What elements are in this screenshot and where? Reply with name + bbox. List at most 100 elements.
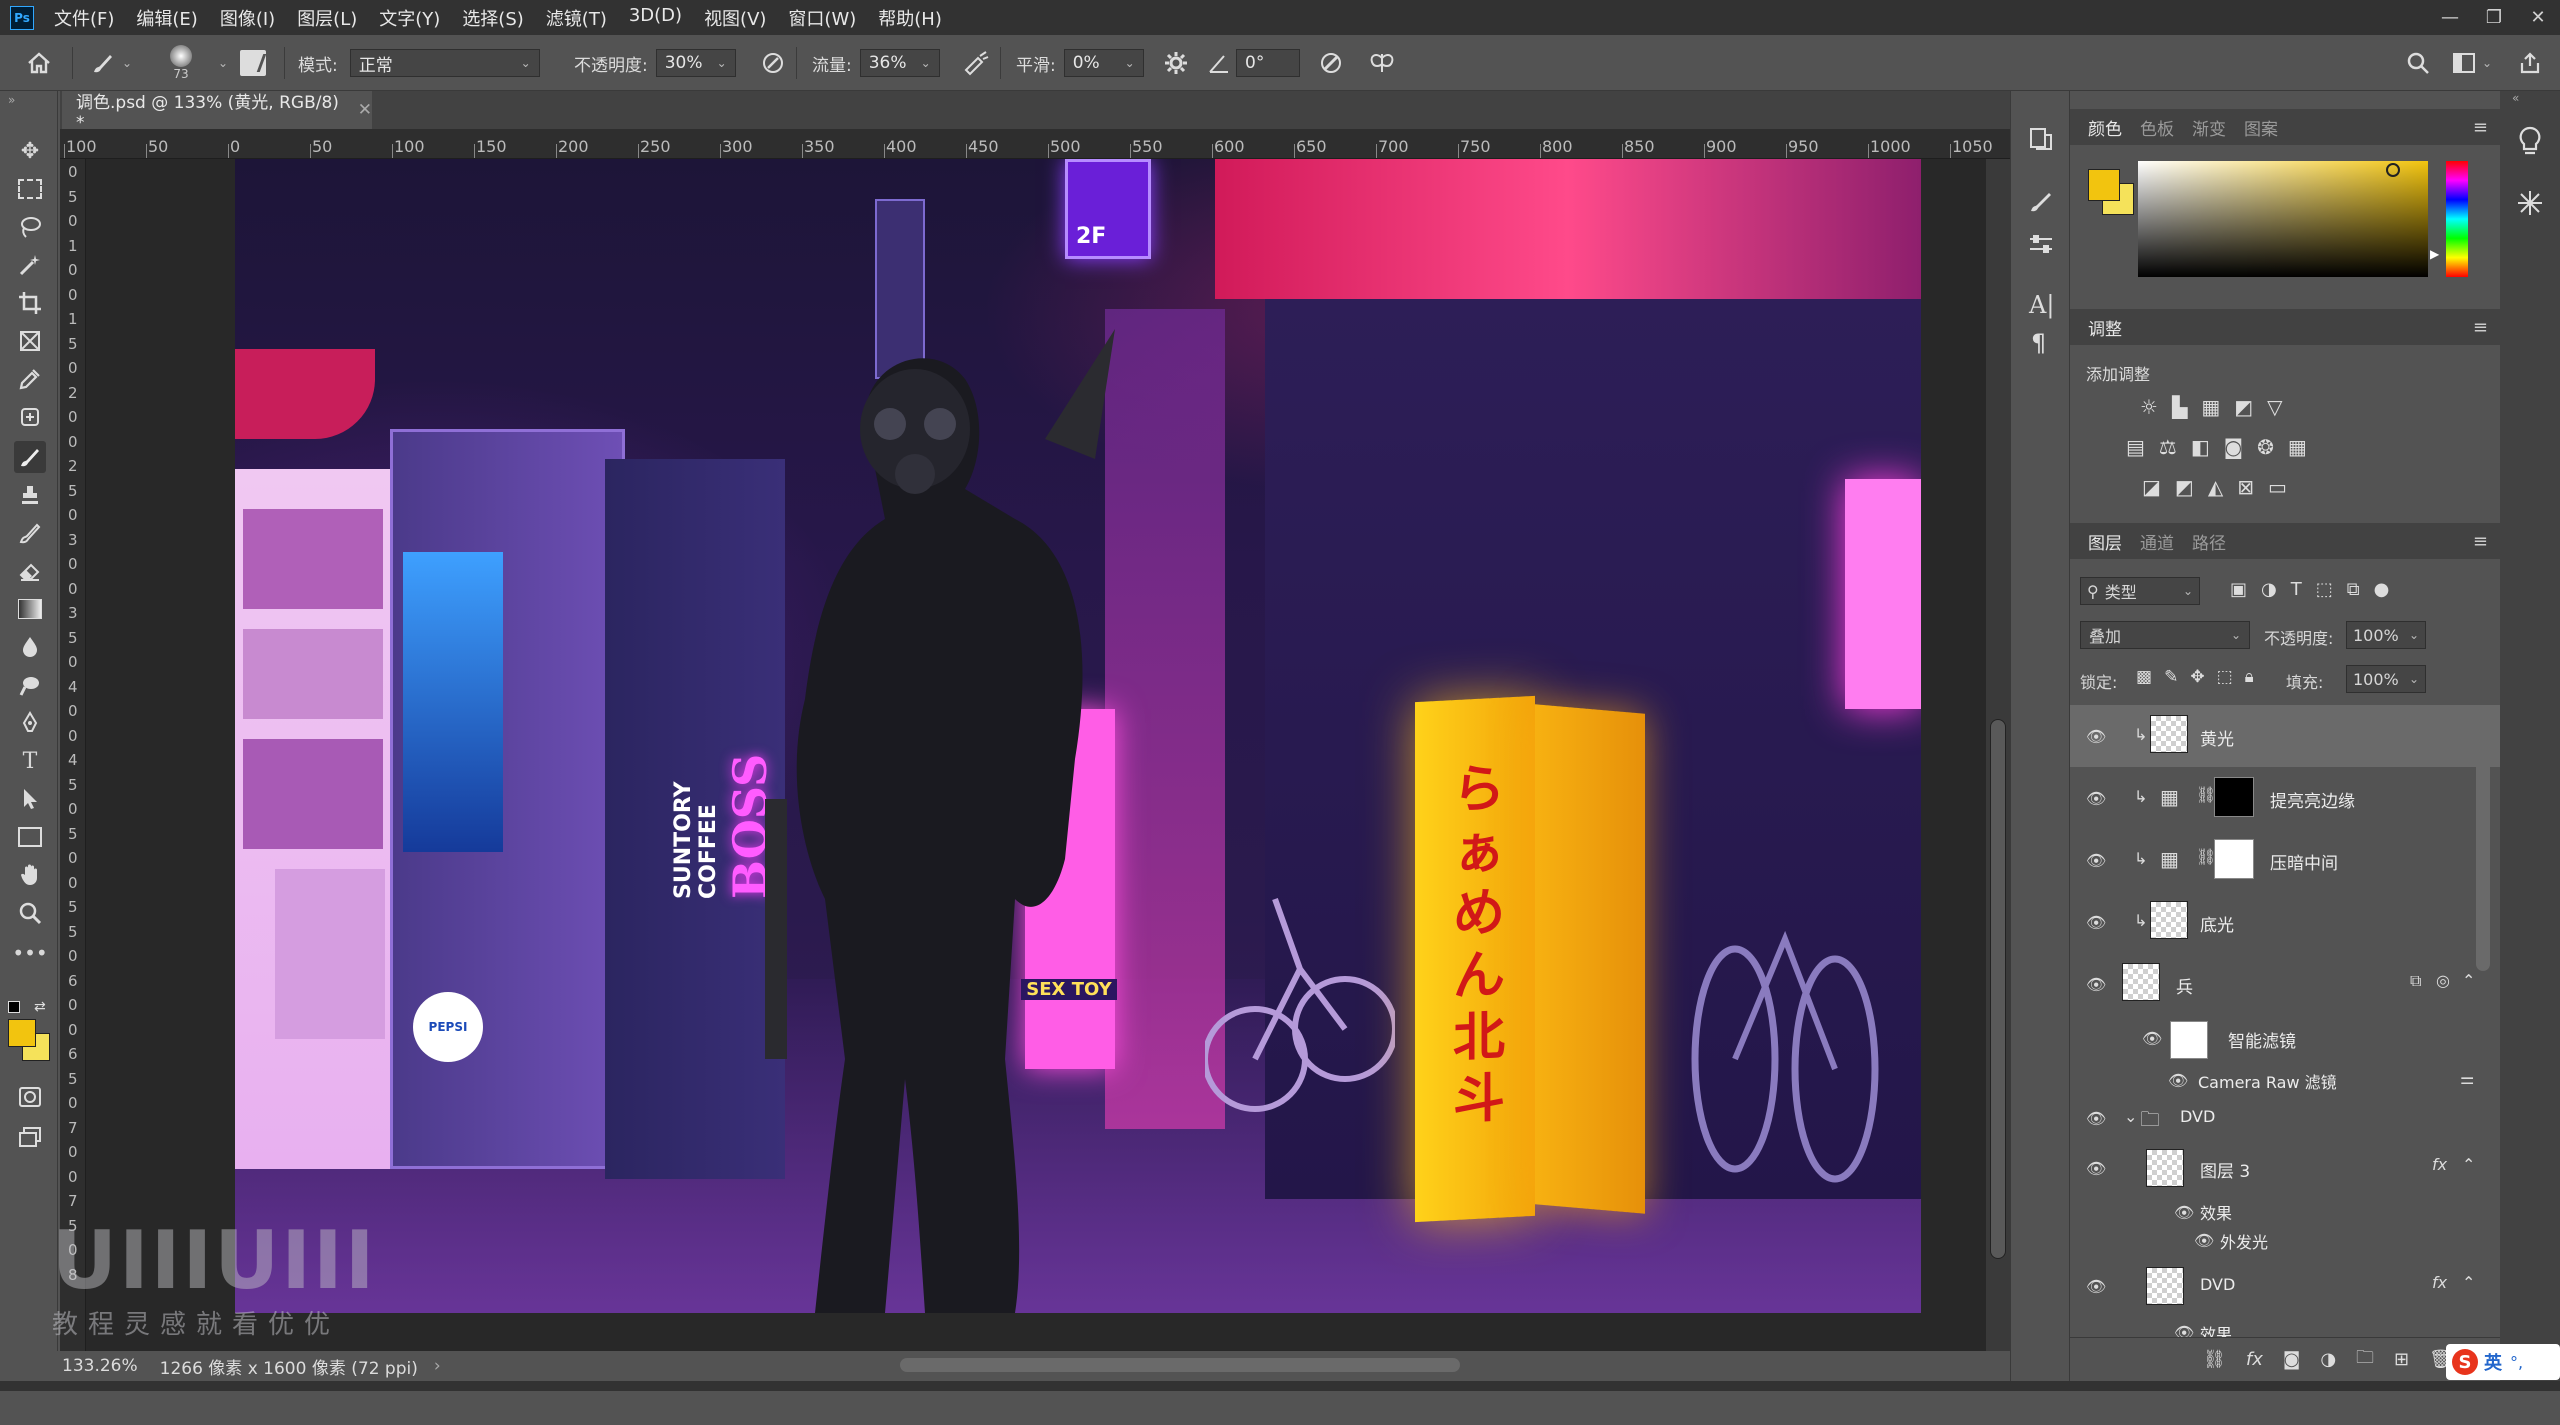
visibility-eye-icon[interactable]: 👁︎ xyxy=(2086,1109,2108,1128)
new-adjustment-layer-icon[interactable]: ◑ xyxy=(2320,1349,2336,1370)
adjustments-menu-icon[interactable]: ≡ xyxy=(2473,317,2488,338)
filter-blending-options-icon[interactable]: ⚌ xyxy=(2460,1069,2474,1088)
hue-slider[interactable] xyxy=(2446,161,2468,277)
eyedropper-tool-icon[interactable] xyxy=(14,363,46,395)
tab-color[interactable]: 颜色 xyxy=(2088,115,2122,140)
eraser-tool-icon[interactable] xyxy=(14,555,46,587)
foreground-color-swatch[interactable] xyxy=(8,1019,36,1047)
symmetry-butterfly-icon[interactable] xyxy=(1368,35,1396,91)
clone-stamp-tool-icon[interactable] xyxy=(14,479,46,511)
path-selection-tool-icon[interactable] xyxy=(14,783,46,815)
brush-settings-panel-icon[interactable] xyxy=(240,35,267,91)
workspace-switcher-icon[interactable]: ⌄ xyxy=(2452,35,2492,91)
color-panel-menu-icon[interactable]: ≡ xyxy=(2473,117,2488,138)
panel-foreground-swatch[interactable] xyxy=(2088,169,2120,201)
brush-tool-active-icon[interactable] xyxy=(14,441,46,473)
menu-image[interactable]: 图像(I) xyxy=(220,5,275,31)
menu-help[interactable]: 帮助(H) xyxy=(878,5,942,31)
vertical-scroll-thumb[interactable] xyxy=(1990,719,2006,1259)
crop-tool-icon[interactable] xyxy=(14,287,46,319)
ime-punctuation-icon[interactable]: °, xyxy=(2510,1353,2523,1372)
spot-healing-tool-icon[interactable] xyxy=(14,401,46,433)
tab-channels[interactable]: 通道 xyxy=(2140,529,2174,554)
layer-name[interactable]: DVD xyxy=(2180,1107,2215,1126)
pressure-opacity-icon[interactable] xyxy=(760,35,786,91)
visibility-eye-icon[interactable]: 👁︎ xyxy=(2086,975,2108,994)
swap-colors-icon[interactable]: ⇄ xyxy=(34,999,46,1015)
collapse-panels-icon[interactable]: « xyxy=(2512,91,2519,105)
close-icon[interactable]: ✕ xyxy=(2516,0,2560,35)
zoom-tool-icon[interactable] xyxy=(14,897,46,929)
layers-menu-icon[interactable]: ≡ xyxy=(2473,531,2488,552)
hue-saturation-icon[interactable]: ▤ xyxy=(2126,435,2145,459)
status-menu-chevron-icon[interactable]: › xyxy=(434,1356,441,1376)
invert-icon[interactable]: ◪ xyxy=(2142,475,2161,499)
rectangle-tool-icon[interactable] xyxy=(14,821,46,853)
lock-position-icon[interactable]: ✥ xyxy=(2190,667,2204,687)
layer-row-layer-3[interactable]: 👁︎ 图层 3 fx ⌃ xyxy=(2070,1139,2500,1197)
menu-select[interactable]: 选择(S) xyxy=(462,5,523,31)
smoothing-input[interactable]: 0% ⌄ xyxy=(1063,49,1144,77)
history-panel-icon[interactable] xyxy=(2027,125,2055,158)
photo-filter-icon[interactable]: ◙ xyxy=(2224,435,2243,459)
tab-paths[interactable]: 路径 xyxy=(2192,529,2226,554)
brush-angle-input[interactable]: 0° xyxy=(1236,49,1300,77)
visibility-eye-icon[interactable]: 👁︎ xyxy=(2086,789,2108,808)
menu-edit[interactable]: 编辑(E) xyxy=(136,5,197,31)
lock-all-icon[interactable]: 🔒︎ xyxy=(2245,667,2254,687)
hand-tool-icon[interactable] xyxy=(14,859,46,891)
layer-name[interactable]: 图层 3 xyxy=(2200,1157,2250,1182)
fill-input[interactable]: 100% ⌄ xyxy=(2346,665,2426,693)
brush-settings-icon[interactable] xyxy=(2027,231,2055,264)
airbrush-icon[interactable] xyxy=(962,35,990,91)
menu-file[interactable]: 文件(F) xyxy=(54,5,114,31)
layer-row-dvd[interactable]: 👁︎ DVD fx ⌃ xyxy=(2070,1255,2500,1317)
layers-scroll-thumb[interactable] xyxy=(2476,721,2490,971)
learn-lightbulb-icon[interactable] xyxy=(2516,125,2544,162)
filter-toggle-icon[interactable]: ● xyxy=(2374,579,2390,600)
marquee-tool-icon[interactable] xyxy=(14,173,46,205)
outer-glow-effect-row[interactable]: 👁︎ 外发光 xyxy=(2070,1225,2500,1256)
new-group-folder-icon[interactable]: 🗀︎ xyxy=(2356,1345,2374,1375)
visibility-eye-icon[interactable]: 👁︎ xyxy=(2086,1277,2108,1296)
collapse-chevron-icon[interactable]: ⌃ xyxy=(2462,1155,2475,1174)
menu-window[interactable]: 窗口(W) xyxy=(788,5,856,31)
selective-color-icon[interactable]: ⊠ xyxy=(2237,475,2254,499)
layer-mask-thumbnail[interactable] xyxy=(2214,777,2254,817)
layer-group-dvd[interactable]: 👁︎ ⌄ 🗀︎ DVD xyxy=(2070,1099,2500,1140)
layer-name[interactable]: 底光 xyxy=(2200,911,2234,936)
lock-transparent-icon[interactable]: ▩ xyxy=(2136,667,2152,687)
layer-mask-thumbnail[interactable] xyxy=(2214,839,2254,879)
channel-mixer-icon[interactable]: ❂ xyxy=(2257,435,2274,459)
layer-effects-row[interactable]: 👁︎ 效果 xyxy=(2070,1197,2500,1225)
mode-select[interactable]: 正常 ⌄ xyxy=(349,49,540,77)
tab-swatches[interactable]: 色板 xyxy=(2140,115,2174,140)
visibility-eye-icon[interactable]: 👁︎ xyxy=(2086,913,2108,932)
tab-layers[interactable]: 图层 xyxy=(2088,529,2122,554)
collapse-chevron-icon[interactable]: ⌃ xyxy=(2462,971,2475,990)
tab-gradients[interactable]: 渐变 xyxy=(2192,115,2226,140)
toolbox-collapse-icon[interactable]: » xyxy=(8,93,15,107)
layer-row-darken-middle[interactable]: 👁︎ ↳ ▦ ⛓︎ 压暗中间 xyxy=(2070,829,2500,892)
add-layer-style-fx-icon[interactable]: fx xyxy=(2246,1349,2263,1370)
pressure-size-icon[interactable] xyxy=(1318,35,1344,91)
layer-name[interactable]: DVD xyxy=(2200,1275,2235,1294)
brushes-panel-icon[interactable] xyxy=(2027,187,2055,220)
group-expand-chevron-icon[interactable]: ⌄ xyxy=(2124,1107,2137,1126)
pen-tool-icon[interactable] xyxy=(14,707,46,739)
collapse-chevron-icon[interactable]: ⌃ xyxy=(2462,1273,2475,1292)
brush-tool-icon[interactable]: ⌄ xyxy=(90,35,132,91)
color-lookup-icon[interactable]: ▦ xyxy=(2288,435,2307,459)
exposure-icon[interactable]: ◩ xyxy=(2234,395,2253,419)
restore-icon[interactable]: ❐ xyxy=(2472,0,2516,35)
menu-type[interactable]: 文字(Y) xyxy=(379,5,440,31)
home-icon[interactable] xyxy=(26,35,52,91)
layer-name[interactable]: 外发光 xyxy=(2220,1229,2268,1253)
color-balance-icon[interactable]: ⚖ xyxy=(2159,435,2177,459)
gradient-map-icon[interactable]: ▭ xyxy=(2268,475,2287,499)
gradient-tool-icon[interactable] xyxy=(14,593,46,625)
layer-name[interactable]: 压暗中间 xyxy=(2270,849,2338,874)
filter-adjustment-icon[interactable]: ◑ xyxy=(2261,579,2277,600)
layer-opacity-input[interactable]: 100% ⌄ xyxy=(2346,621,2426,649)
visibility-eye-icon[interactable]: 👁︎ xyxy=(2086,851,2108,870)
